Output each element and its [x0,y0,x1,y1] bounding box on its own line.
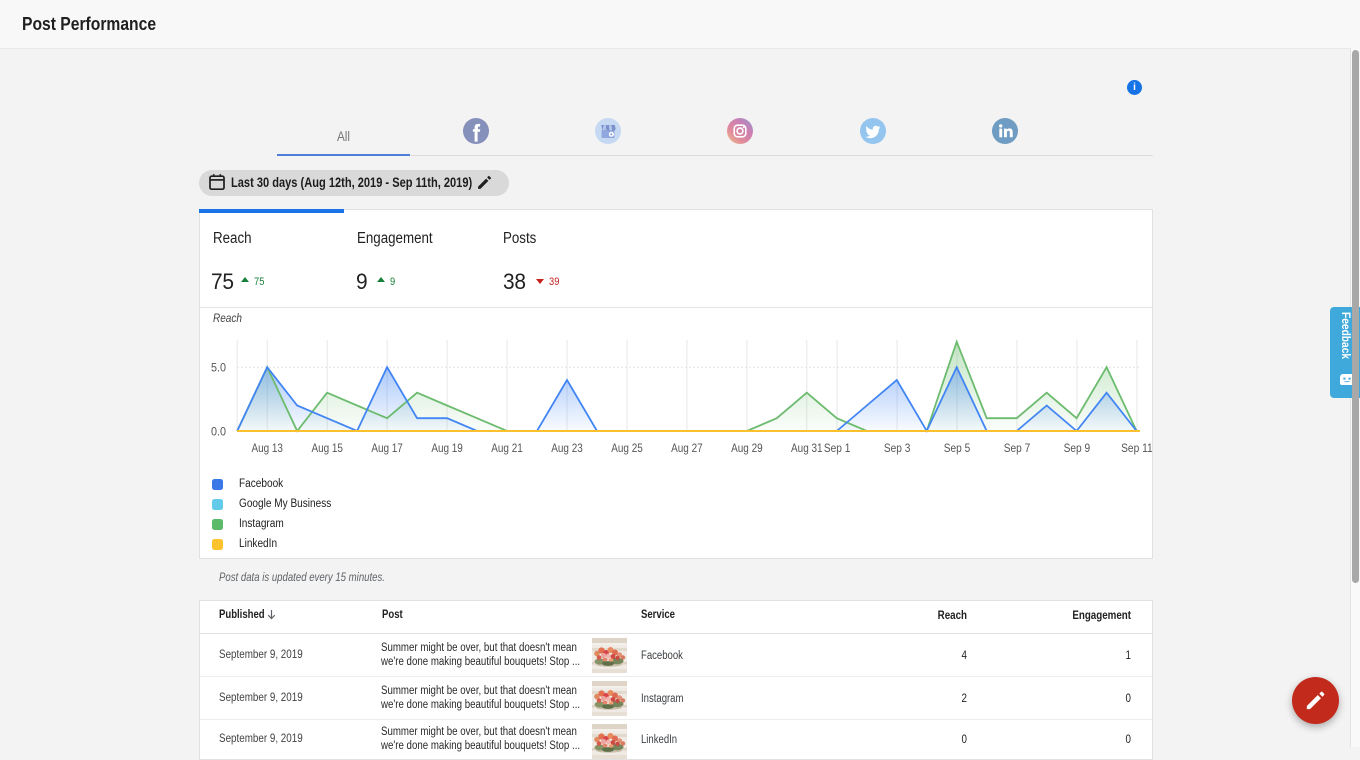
svg-text:Aug 29: Aug 29 [731,441,763,455]
svg-text:5.0: 5.0 [211,361,226,375]
svg-text:0.0: 0.0 [211,425,226,439]
svg-text:Sep 1: Sep 1 [824,441,851,455]
svg-text:Aug 17: Aug 17 [371,441,403,455]
svg-text:Sep 5: Sep 5 [944,441,971,455]
svg-text:Aug 25: Aug 25 [611,441,643,455]
svg-text:Aug 15: Aug 15 [311,441,343,455]
svg-text:Sep 9: Sep 9 [1064,441,1091,455]
svg-text:Aug 13: Aug 13 [251,441,283,455]
svg-text:Sep 7: Sep 7 [1004,441,1031,455]
svg-text:Aug 27: Aug 27 [671,441,703,455]
svg-text:Sep 3: Sep 3 [884,441,911,455]
svg-text:Aug 21: Aug 21 [491,441,523,455]
svg-text:Aug 19: Aug 19 [431,441,463,455]
svg-text:Aug 31: Aug 31 [791,441,823,455]
svg-text:Sep 11: Sep 11 [1121,441,1152,455]
svg-text:Aug 23: Aug 23 [551,441,583,455]
